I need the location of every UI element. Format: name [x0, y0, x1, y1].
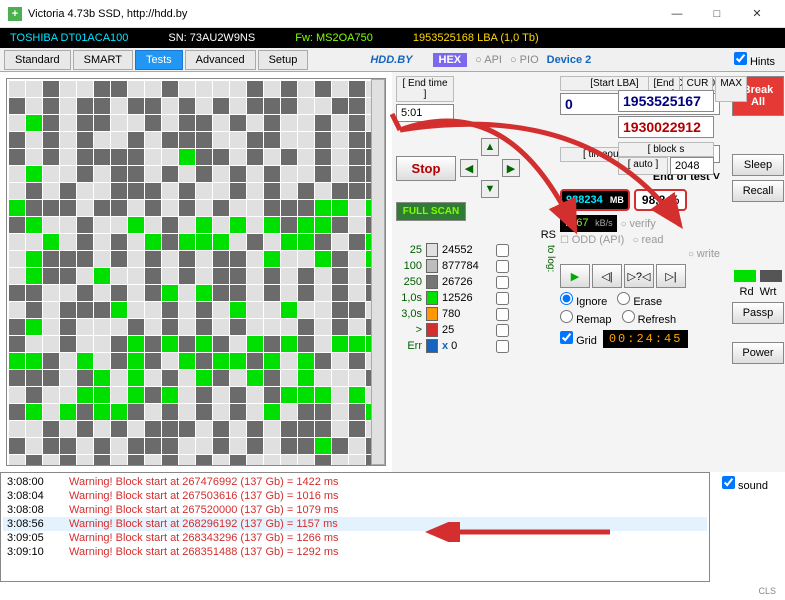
tab-setup[interactable]: Setup [258, 50, 309, 70]
endtime-input[interactable] [396, 104, 454, 122]
block-label: [ block s [618, 142, 714, 157]
tab-bar: Standard SMART Tests Advanced Setup HDD.… [0, 48, 785, 72]
legend-row[interactable]: 100877784 [396, 259, 545, 273]
control-panel: [ End time ] Stop ▲ ◀ ▶ ▼ FULL SCAN RS [392, 72, 785, 472]
rs-label: RS [541, 229, 556, 241]
scan-grid-area [0, 72, 392, 472]
block-input[interactable] [670, 157, 714, 175]
legend-row[interactable]: 1,0s12526 [396, 291, 545, 305]
tab-smart[interactable]: SMART [73, 50, 133, 70]
write-radio[interactable]: ○ write [560, 248, 720, 260]
maximize-button[interactable]: □ [697, 0, 737, 28]
hex-button[interactable]: HEX [433, 53, 468, 67]
legend-row[interactable]: 3,0s780 [396, 307, 545, 321]
tab-advanced[interactable]: Advanced [185, 50, 256, 70]
grid-check[interactable]: Grid [560, 331, 597, 347]
log-row: 3:08:04Warning! Block start at 267503616… [3, 489, 707, 503]
cls-button[interactable]: CLS [758, 586, 776, 596]
log-row: 3:09:10Warning! Block start at 268351488… [3, 545, 707, 559]
stop-button[interactable]: Stop [396, 156, 456, 181]
drive-model: TOSHIBA DT01ACA100 [10, 32, 128, 44]
dpad-left[interactable]: ◀ [460, 159, 478, 177]
log-row: 3:09:05Warning! Block start at 268343296… [3, 531, 707, 545]
tab-tests[interactable]: Tests [135, 50, 183, 70]
rdwrt-indicator [734, 270, 782, 282]
hints-check[interactable]: Hints [734, 52, 775, 68]
sleep-button[interactable]: Sleep [732, 154, 784, 176]
window-title: Victoria 4.73b SSD, http://hdd.by [28, 8, 657, 20]
scan-grid [7, 79, 385, 466]
endlba-input[interactable] [618, 90, 714, 112]
grid-scrollbar[interactable] [371, 79, 385, 465]
sidebar: BreakAll Sleep Recall RdWrt Passp Power [728, 76, 785, 468]
api-radio[interactable]: ○ API [475, 54, 502, 66]
tolog-label: to log: [545, 241, 556, 355]
pos-input[interactable] [618, 116, 714, 138]
app-icon: + [8, 7, 22, 21]
log-row: 3:08:08Warning! Block start at 267520000… [3, 503, 707, 517]
timing-legend: RS 2524552 100877784 25026726 1,0s12526 3,0s… [396, 229, 556, 355]
play-button[interactable]: ▶ [560, 264, 590, 288]
legend-row[interactable]: 2524552 [396, 243, 545, 257]
log-row: 3:08:56Warning! Block start at 268296192… [3, 517, 707, 531]
fullscan-button[interactable]: FULL SCAN [396, 202, 466, 221]
pct-display: 98,8 % [634, 189, 687, 211]
titlebar: + Victoria 4.73b SSD, http://hdd.by — □ … [0, 0, 785, 28]
prev-button[interactable]: ◁| [592, 264, 622, 288]
dpad-right[interactable]: ▶ [502, 159, 520, 177]
drive-lba: 1953525168 LBA (1,0 Tb) [413, 32, 539, 44]
log-row: 3:08:00Warning! Block start at 267476992… [3, 475, 707, 489]
close-button[interactable]: ✕ [737, 0, 777, 28]
passp-button[interactable]: Passp [732, 302, 784, 324]
device-select[interactable]: Device 2 [547, 54, 592, 66]
drive-sn: SN: 73AU2W9NS [168, 32, 255, 44]
sound-check[interactable]: sound [722, 476, 768, 492]
drive-fw: Fw: MS2OA750 [295, 32, 373, 44]
ignore-radio[interactable]: Ignore [560, 292, 607, 308]
timer-display: 00:24:45 [603, 330, 689, 348]
tab-standard[interactable]: Standard [4, 50, 71, 70]
legend-row[interactable]: Errx 0 [396, 339, 545, 353]
legend-row[interactable]: 25026726 [396, 275, 545, 289]
verify-radio[interactable]: ○ verify [621, 218, 656, 230]
odd-check[interactable]: ☐ ODD (API) ○ read [560, 234, 720, 246]
next-button[interactable]: ▷| [656, 264, 686, 288]
pio-radio[interactable]: ○ PIO [510, 54, 539, 66]
seek-button[interactable]: ▷?◁ [624, 264, 654, 288]
erase-radio[interactable]: Erase [617, 292, 662, 308]
endtime-label: [ End time ] [396, 76, 454, 102]
kbs-display: 7967 kB/s [560, 215, 617, 232]
drive-info-bar: TOSHIBA DT01ACA100 SN: 73AU2W9NS Fw: MS2… [0, 28, 785, 48]
dpad-down[interactable]: ▼ [481, 180, 499, 198]
refresh-radio[interactable]: Refresh [622, 310, 677, 326]
dpad-up[interactable]: ▲ [481, 138, 499, 156]
minimize-button[interactable]: — [657, 0, 697, 28]
log-area[interactable]: 3:08:00Warning! Block start at 267476992… [0, 472, 710, 582]
hddby-label: HDD.BY [370, 54, 412, 66]
power-button[interactable]: Power [732, 342, 784, 364]
legend-row[interactable]: >25 [396, 323, 545, 337]
max-button[interactable]: MAX [715, 76, 747, 102]
recall-button[interactable]: Recall [732, 180, 784, 202]
mb-display: 988234 MB [560, 189, 630, 211]
auto-label: [ auto ] [618, 157, 668, 175]
remap-radio[interactable]: Remap [560, 310, 612, 326]
dpad: ▲ ◀ ▶ ▼ [460, 138, 520, 198]
